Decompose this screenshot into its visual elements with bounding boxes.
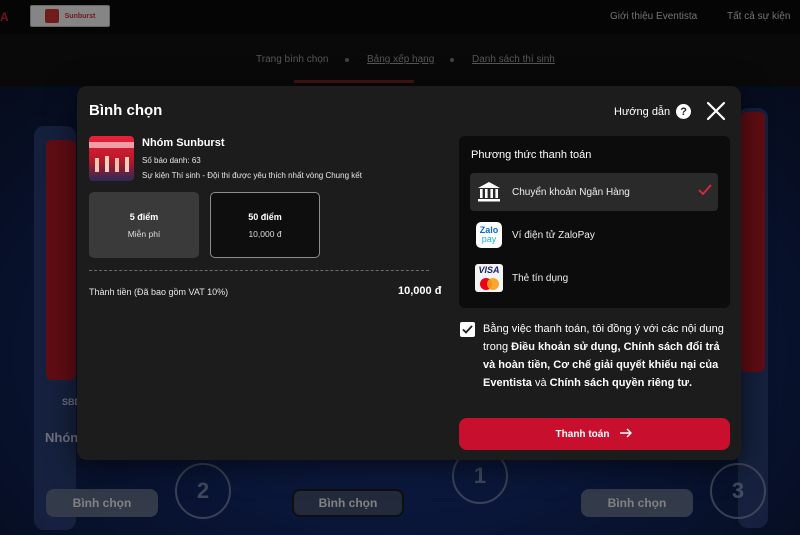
contestant-thumbnail — [89, 136, 134, 181]
option-points: 5 điểm — [129, 211, 159, 222]
payment-method-bank[interactable]: Chuyển khoản Ngân Hàng — [470, 173, 718, 211]
contestant-name: Nhóm Sunburst — [142, 137, 225, 149]
agreement-checkbox[interactable] — [460, 322, 475, 337]
modal-title: Bình chọn — [89, 102, 163, 119]
credit-card-icon: VISA — [474, 263, 504, 293]
close-icon[interactable] — [705, 100, 727, 122]
payment-method-label: Thẻ tín dụng — [512, 272, 569, 284]
vote-option-5-points[interactable]: 5 điểm Miễn phí — [89, 192, 199, 258]
payment-method-zalopay[interactable]: Zalo pay Ví điện tử ZaloPay — [470, 216, 718, 254]
divider — [89, 270, 429, 271]
vote-option-50-points[interactable]: 50 điểm 10,000 đ — [210, 192, 320, 258]
option-price: 10,000 đ — [248, 228, 282, 239]
vote-modal: Bình chọn Hướng dẫn ? Nhóm Sunburst Số b… — [77, 86, 741, 460]
payment-method-label: Ví điện tử ZaloPay — [512, 229, 595, 241]
privacy-link[interactable]: Chính sách quyền riêng tư. — [550, 377, 692, 389]
pay-button[interactable]: Thanh toán — [459, 418, 730, 450]
arrow-right-icon — [619, 425, 633, 443]
guide-label: Hướng dẫn — [614, 105, 671, 118]
option-price: Miễn phí — [127, 228, 161, 239]
payment-method-credit-card[interactable]: VISA Thẻ tín dụng — [470, 259, 718, 297]
total-label: Thành tiền (Đã bao gồm VAT 10%) — [89, 287, 229, 297]
payment-method-label: Chuyển khoản Ngân Hàng — [512, 186, 630, 198]
payment-methods-panel: Phương thức thanh toán Chuyển khoản Ngân… — [459, 136, 730, 308]
total-value: 10,000 đ — [398, 285, 442, 297]
pay-button-label: Thanh toán — [555, 428, 610, 440]
help-icon: ? — [676, 104, 692, 119]
guide-link[interactable]: Hướng dẫn ? — [614, 104, 692, 119]
selected-check-icon — [698, 183, 712, 201]
contestant-number: Số báo danh: 63 — [142, 156, 201, 165]
zalopay-icon: Zalo pay — [474, 220, 504, 250]
payment-title: Phương thức thanh toán — [471, 149, 592, 161]
option-points: 50 điểm — [248, 211, 282, 222]
contestant-event: Sự kiện Thí sinh - Đội thi được yêu thíc… — [142, 171, 362, 180]
agreement-text: Bằng việc thanh toán, tôi đồng ý với các… — [483, 323, 724, 389]
bank-icon — [474, 177, 504, 207]
